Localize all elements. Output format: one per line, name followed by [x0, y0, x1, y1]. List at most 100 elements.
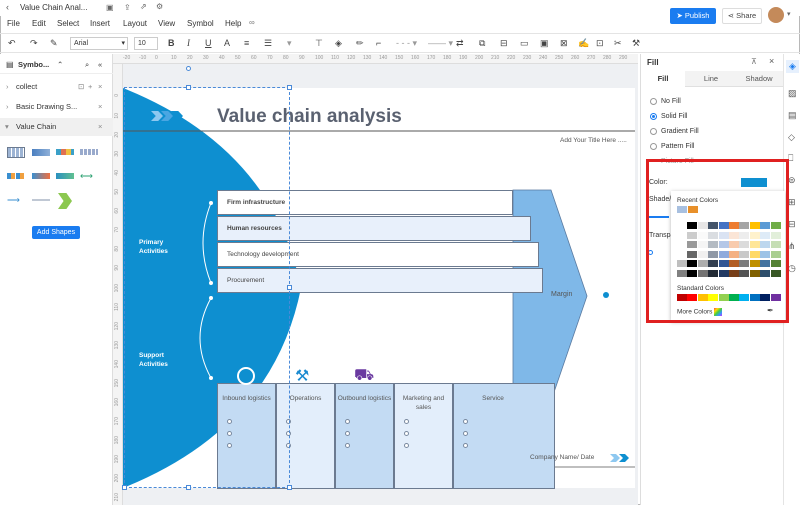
font-color-icon[interactable]: A — [224, 38, 230, 49]
resize-handle[interactable] — [122, 485, 127, 490]
search-icon[interactable]: ⌕ — [85, 56, 89, 74]
radio-solid-fill[interactable] — [650, 113, 657, 120]
resize-handle[interactable] — [287, 85, 292, 90]
image-icon[interactable]: ▨ — [788, 88, 797, 99]
share-link-icon[interactable]: ⇗ — [140, 2, 147, 11]
shape-thumb[interactable] — [32, 199, 50, 201]
fill-bucket-icon[interactable]: ◈ — [335, 38, 342, 49]
text-box-icon[interactable]: ⊤ — [315, 38, 323, 49]
column-service[interactable]: Service — [453, 383, 555, 489]
pin-icon[interactable]: ⊼ — [751, 57, 757, 66]
shape-thumb[interactable] — [56, 173, 74, 179]
line-weight-select[interactable]: —— ▾ — [428, 38, 453, 49]
edit-icon[interactable]: ✍ — [578, 38, 589, 49]
settings-icon[interactable]: ⚙ — [156, 2, 163, 11]
align-shapes-icon[interactable]: ⊟ — [500, 38, 508, 49]
radio-pattern-fill[interactable] — [650, 143, 657, 150]
close-icon[interactable]: × — [98, 78, 102, 96]
rotate-handle[interactable] — [186, 66, 191, 71]
chevron-up-icon[interactable]: ⌃ — [57, 56, 63, 74]
avatar[interactable] — [768, 7, 784, 23]
comment-icon[interactable]: ⊟ — [788, 219, 796, 230]
undo-icon[interactable]: ↶ — [8, 38, 16, 49]
add-icon[interactable]: + — [88, 78, 92, 96]
option-gradient-fill[interactable]: Gradient Fill — [661, 128, 699, 135]
library-item-basic-drawing[interactable]: › Basic Drawing S... × — [0, 98, 113, 116]
menu-layout[interactable]: Layout — [123, 19, 147, 28]
shape-thumb[interactable] — [7, 173, 25, 179]
save-icon[interactable]: ▣ — [106, 3, 114, 12]
lock-icon[interactable]: ⊡ — [596, 38, 604, 49]
column-marketing-sales[interactable]: Marketing and sales — [394, 383, 453, 489]
arrange-icon[interactable]: ⧉ — [479, 38, 485, 49]
shape-thumb[interactable]: ⟶ — [7, 196, 25, 205]
line-style-select[interactable]: - - - ▾ — [396, 38, 417, 49]
menu-symbol[interactable]: Symbol — [187, 19, 214, 28]
footer-text[interactable]: Company Name/ Date — [530, 454, 594, 461]
italic-icon[interactable]: I — [187, 38, 190, 49]
connector-icon[interactable]: ⌐ — [376, 38, 381, 49]
underline-icon[interactable]: U — [205, 38, 212, 49]
resize-handle[interactable] — [186, 485, 191, 490]
resize-handle[interactable] — [287, 285, 292, 290]
option-no-fill[interactable]: No Fill — [661, 98, 681, 105]
column-outbound-logistics[interactable]: Outbound logistics — [335, 383, 394, 489]
layers-icon[interactable]: ◇ — [788, 132, 795, 143]
resize-handle[interactable] — [287, 485, 292, 490]
bold-icon[interactable]: B — [168, 38, 175, 49]
more-icon[interactable]: ▾ — [287, 38, 292, 49]
format-painter-icon[interactable]: ✎ — [50, 38, 58, 49]
fill-tool-icon[interactable]: ◈ — [786, 60, 799, 73]
redo-icon[interactable]: ↷ — [30, 38, 38, 49]
library-item-value-chain[interactable]: ▾ Value Chain × — [0, 118, 113, 136]
close-icon[interactable]: × — [769, 56, 774, 66]
align-icon[interactable]: ≡ — [244, 38, 249, 49]
library-item-collect[interactable]: › collect ⊡ + × — [0, 78, 113, 96]
shape-thumb[interactable] — [32, 173, 50, 179]
document-title[interactable]: Value Chain Anal... — [20, 3, 87, 12]
option-pattern-fill[interactable]: Pattern Fill — [661, 143, 694, 150]
publish-button[interactable]: ➤ Publish — [670, 8, 716, 24]
menu-insert[interactable]: Insert — [90, 19, 110, 28]
font-family-select[interactable]: Arial ▾ — [70, 37, 128, 50]
margin-label[interactable]: Margin — [551, 291, 572, 298]
tools-icon[interactable]: ✂ — [614, 38, 622, 49]
export-icon[interactable]: ⇪ — [124, 3, 131, 12]
selection-box[interactable] — [124, 87, 290, 488]
tab-line[interactable]: Line — [689, 71, 733, 87]
radio-gradient-fill[interactable] — [650, 128, 657, 135]
menu-help[interactable]: Help — [225, 19, 241, 28]
back-icon[interactable]: ‹ — [6, 2, 9, 12]
shape-thumb[interactable] — [58, 193, 72, 209]
collaborate-icon[interactable]: ∞ — [249, 18, 255, 27]
shape-thumb[interactable] — [32, 149, 50, 156]
diagram-subtitle[interactable]: Add Your Title Here ..... — [560, 137, 627, 144]
shape-thumb[interactable]: ⟷ — [80, 172, 98, 181]
group-icon[interactable]: ▣ — [540, 38, 549, 49]
import-icon[interactable]: ⊡ — [78, 78, 84, 96]
wrench-icon[interactable]: ⚒ — [632, 38, 640, 49]
line-spacing-icon[interactable]: ☰ — [264, 38, 272, 49]
line-color-icon[interactable]: ✏ — [356, 38, 364, 49]
font-size-select[interactable]: 10 — [134, 37, 158, 50]
connection-point[interactable] — [603, 292, 609, 298]
share-nodes-icon[interactable]: ⋔ — [788, 241, 796, 252]
resize-handle[interactable] — [186, 85, 191, 90]
close-icon[interactable]: × — [98, 98, 102, 116]
arrow-style-icon[interactable]: ⇄ — [456, 38, 464, 49]
data-icon[interactable]: ⊜ — [788, 175, 796, 186]
tab-fill[interactable]: Fill — [641, 71, 685, 87]
menu-select[interactable]: Select — [57, 19, 79, 28]
theme-icon[interactable]: ⊞ — [788, 197, 796, 208]
add-shapes-button[interactable]: Add Shapes — [32, 226, 80, 239]
close-icon[interactable]: × — [98, 118, 102, 136]
menu-edit[interactable]: Edit — [32, 19, 46, 28]
menu-file[interactable]: File — [7, 19, 20, 28]
rotate-icon[interactable]: ⊠ — [560, 38, 568, 49]
chevron-down-icon[interactable]: ▾ — [787, 10, 791, 18]
menu-view[interactable]: View — [158, 19, 175, 28]
shape-thumb[interactable] — [80, 149, 98, 155]
style-icon[interactable]: ▤ — [788, 110, 797, 121]
option-solid-fill[interactable]: Solid Fill — [661, 113, 687, 120]
shape-thumb[interactable] — [56, 149, 74, 155]
